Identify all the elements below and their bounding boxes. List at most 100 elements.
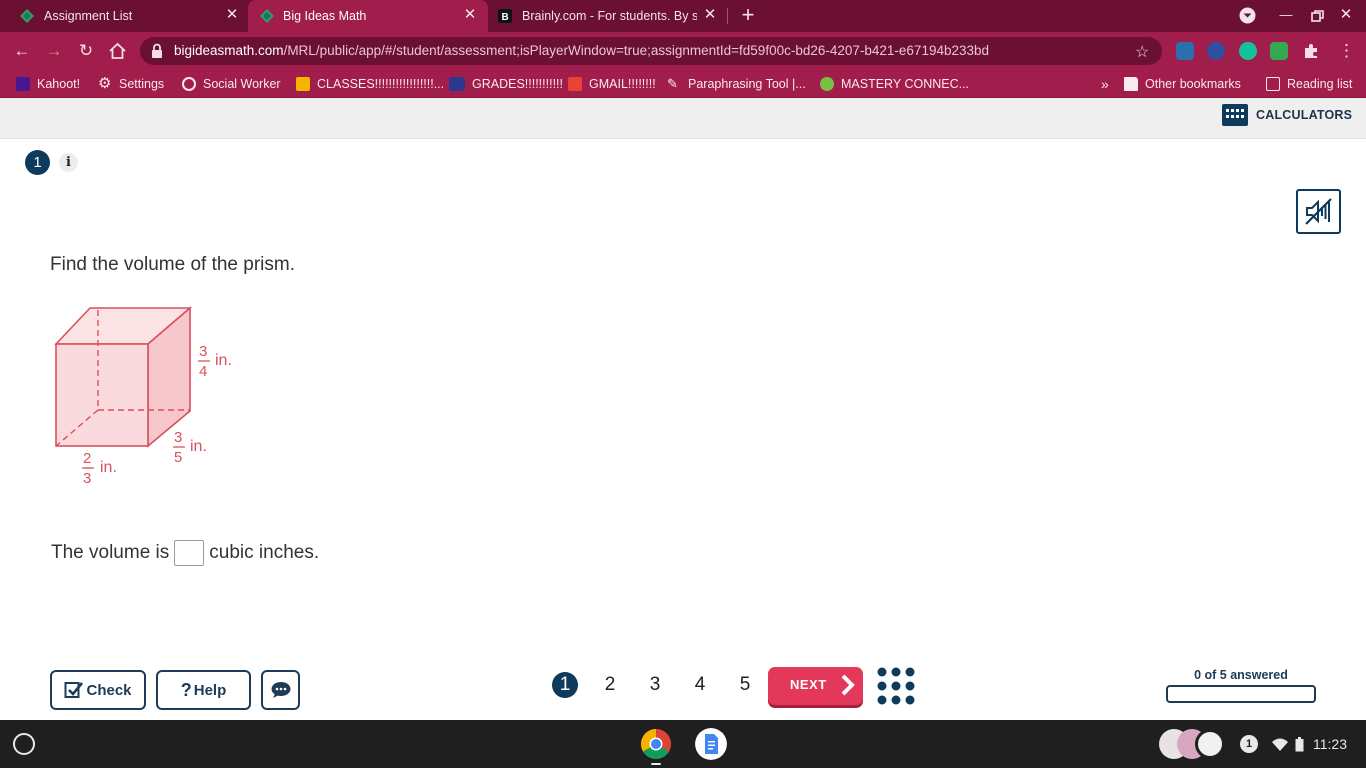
chat-button[interactable] [261, 670, 300, 710]
bookmark-label: MASTERY CONNEC... [841, 77, 970, 91]
height-numerator: 3 [199, 343, 207, 360]
quill-icon: ✎ [667, 76, 678, 91]
close-tab-icon[interactable]: ✕ [463, 7, 477, 22]
depth-unit: in. [190, 438, 207, 455]
chat-bubble-icon [271, 682, 290, 698]
gear-icon: ⚙ [98, 75, 112, 92]
big-ideas-favicon-icon [20, 9, 34, 23]
bookmark-label: Settings [119, 77, 165, 91]
bookmark-paraphrasing[interactable]: ✎ Paraphrasing Tool |... [667, 76, 806, 92]
bookmark-label: GMAIL!!!!!!!! [589, 77, 656, 91]
info-icon[interactable]: i [59, 153, 78, 172]
assessment-header [0, 98, 1366, 139]
bookmark-social-worker[interactable]: Social Worker [182, 76, 281, 92]
chrome-menu-icon[interactable]: ⋮ [1338, 41, 1355, 61]
check-box-icon [64, 682, 84, 698]
back-icon[interactable]: ← [12, 41, 32, 61]
progress-label: 0 of 5 answered [1194, 668, 1288, 682]
launcher-icon[interactable] [13, 733, 35, 755]
new-tab-button[interactable]: + [738, 4, 758, 26]
gmail-icon [568, 77, 582, 91]
answer-suffix: cubic inches. [209, 542, 320, 563]
volume-answer-input[interactable] [174, 540, 205, 566]
question-prompt: Find the volume of the prism. [50, 254, 295, 275]
speaker-muted-icon [1305, 198, 1332, 225]
reading-list-label: Reading list [1287, 77, 1353, 91]
url-path: /MRL/public/app/#/student/assessment;isP… [283, 43, 990, 58]
width-unit: in. [100, 459, 117, 476]
extension-2-icon[interactable] [1207, 42, 1225, 60]
bookmark-classes[interactable]: CLASSES!!!!!!!!!!!!!!!!!... [296, 76, 444, 92]
brainly-favicon-icon: B [498, 9, 512, 23]
next-label: NEXT [790, 677, 827, 692]
tray-thumbnail-icon[interactable] [1195, 729, 1225, 759]
check-button[interactable]: Check [50, 670, 146, 710]
big-ideas-favicon-icon [260, 9, 274, 23]
bookmark-grades[interactable]: GRADES!!!!!!!!!!! [449, 76, 563, 92]
answer-sentence: The volume is cubic inches. [51, 540, 319, 566]
url-host: bigideasmath.com [174, 43, 284, 58]
extension-shield-icon[interactable] [1270, 42, 1288, 60]
extension-1-icon[interactable] [1176, 42, 1194, 60]
audio-muted-button[interactable] [1296, 189, 1341, 234]
minimize-icon[interactable]: — [1278, 7, 1294, 23]
restore-icon[interactable] [1311, 10, 1324, 22]
prism-front-face [55, 343, 149, 447]
chevron-right-icon [841, 674, 855, 696]
chrome-app-icon[interactable] [640, 728, 672, 760]
help-button[interactable]: ? Help [156, 670, 251, 710]
battery-icon [1295, 736, 1304, 751]
calculator-icon [1222, 104, 1248, 126]
sis-icon [449, 77, 465, 91]
close-window-icon[interactable]: ✕ [1338, 7, 1354, 23]
next-button[interactable]: NEXT [768, 667, 863, 705]
bookmark-label: Kahoot! [37, 77, 81, 91]
bookmark-other[interactable]: Other bookmarks [1124, 76, 1241, 92]
height-unit: in. [215, 352, 232, 369]
tab-brainly[interactable]: B Brainly.com - For students. By st ✕ [488, 0, 728, 32]
close-tab-icon[interactable]: ✕ [225, 7, 239, 22]
reload-icon[interactable]: ↻ [76, 41, 96, 61]
tab-title: Brainly.com - For students. By st [522, 9, 697, 23]
wifi-icon [1272, 738, 1288, 751]
extensions-puzzle-icon[interactable] [1302, 42, 1320, 60]
page-3-button[interactable]: 3 [642, 672, 668, 698]
svg-text:B: B [502, 12, 509, 23]
bookmark-star-icon[interactable]: ☆ [1135, 42, 1149, 62]
close-tab-icon[interactable]: ✕ [703, 7, 717, 22]
rectangular-prism-figure: 3 4 in. 3 5 in. 2 3 in. [54, 306, 232, 487]
calculators-button[interactable]: CALCULATORS [1222, 104, 1352, 126]
grammarly-icon[interactable] [1239, 42, 1257, 60]
bookmark-mastery-connect[interactable]: MASTERY CONNEC... [820, 76, 969, 92]
active-app-indicator [651, 763, 661, 765]
bookmark-label: CLASSES!!!!!!!!!!!!!!!!!... [317, 77, 445, 91]
mastery-connect-icon [820, 77, 834, 91]
clock-time: 11:23 [1313, 736, 1347, 752]
google-docs-app-icon[interactable] [695, 728, 727, 760]
home-icon[interactable] [108, 42, 127, 60]
forward-icon[interactable]: → [44, 41, 64, 61]
bookmark-kahoot[interactable]: Kahoot! [16, 76, 80, 92]
depth-denominator: 5 [174, 449, 182, 466]
page-2-button[interactable]: 2 [597, 672, 623, 698]
status-area[interactable]: 1 11:23 [1240, 731, 1347, 757]
page-5-button[interactable]: 5 [732, 672, 758, 698]
tab-assignment-list[interactable]: Assignment List ✕ [0, 0, 248, 32]
bookmarks-overflow-icon[interactable]: » [1101, 76, 1109, 92]
question-number-badge: 1 [25, 150, 50, 175]
question-grid-icon[interactable] [877, 667, 915, 705]
tab-big-ideas-math[interactable]: Big Ideas Math ✕ [248, 0, 488, 32]
depth-numerator: 3 [174, 429, 182, 446]
bookmark-gmail[interactable]: GMAIL!!!!!!!! [568, 76, 656, 92]
progress-bar [1166, 685, 1316, 703]
reading-list[interactable]: Reading list [1266, 76, 1352, 92]
bookmark-settings[interactable]: ⚙ Settings [98, 76, 164, 92]
url-text[interactable]: bigideasmath.com/MRL/public/app/#/studen… [174, 43, 989, 58]
tab-title: Big Ideas Math [283, 9, 367, 23]
lock-icon[interactable] [150, 43, 164, 59]
page-1-button[interactable]: 1 [552, 672, 578, 698]
width-numerator: 2 [83, 450, 91, 467]
answer-prefix: The volume is [51, 542, 170, 563]
tab-search-icon[interactable] [1239, 7, 1256, 24]
page-4-button[interactable]: 4 [687, 672, 713, 698]
